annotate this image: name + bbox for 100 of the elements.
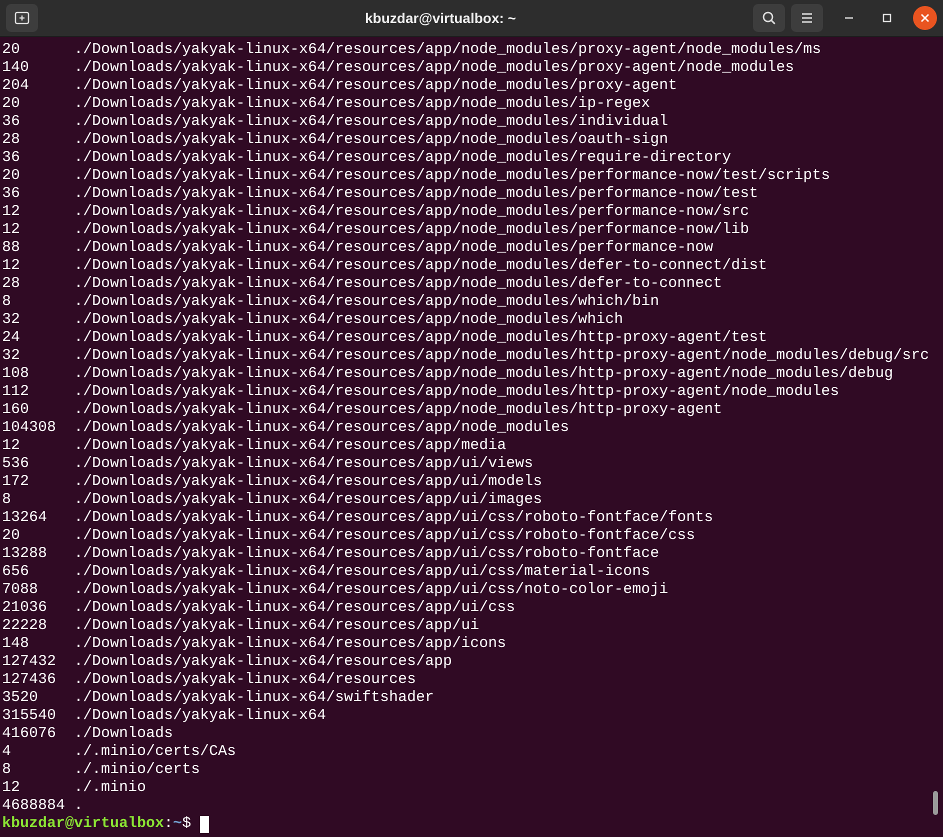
directory-path: ./Downloads/yakyak-linux-x64/resources/app/node_modules/defer-to-connect/dist — [74, 257, 768, 275]
directory-path: ./Downloads/yakyak-linux-x64/resources/app/node_modules/defer-to-connect — [74, 275, 722, 293]
size-value: 160 — [2, 401, 30, 419]
directory-path: ./Downloads/yakyak-linux-x64/resources/app/ui/css/roboto-fontface — [74, 545, 660, 563]
size-value: 112 — [2, 383, 30, 401]
size-value: 127432 — [2, 653, 58, 671]
search-button[interactable] — [753, 4, 785, 32]
directory-path: ./Downloads/yakyak-linux-x64/resources/app/node_modules/proxy-agent — [74, 77, 678, 95]
directory-path: ./Downloads/yakyak-linux-x64/resources/app/ui/css/noto-color-emoji — [74, 581, 668, 599]
size-value: 20 — [2, 95, 22, 113]
size-value: 28 — [2, 131, 22, 149]
directory-path: ./.minio — [74, 779, 146, 797]
menu-icon — [800, 12, 814, 24]
size-value: 21036 — [2, 599, 48, 617]
close-button[interactable] — [913, 6, 937, 30]
size-value: 22228 — [2, 617, 48, 635]
directory-path: ./Downloads/yakyak-linux-x64/resources/app/node_modules/performance-now/lib — [74, 221, 750, 239]
directory-path: ./.minio/certs — [74, 761, 200, 779]
maximize-icon — [882, 13, 892, 23]
directory-path: ./Downloads/yakyak-linux-x64 — [74, 707, 326, 725]
size-value: 127436 — [2, 671, 58, 689]
directory-path: ./Downloads/yakyak-linux-x64/resources/app — [74, 653, 452, 671]
directory-path: ./Downloads/yakyak-linux-x64/resources/app/node_modules/http-proxy-agent/node_modules — [74, 383, 840, 401]
directory-path: ./Downloads/yakyak-linux-x64/resources/app/media — [74, 437, 506, 455]
directory-path: ./Downloads/yakyak-linux-x64/swiftshader — [74, 689, 434, 707]
directory-path: ./Downloads/yakyak-linux-x64/resources/app/ui/css/roboto-fontface/fonts — [74, 509, 714, 527]
size-value: 20 — [2, 527, 22, 545]
size-value: 32 — [2, 347, 22, 365]
close-icon — [920, 13, 930, 23]
directory-path: ./Downloads/yakyak-linux-x64/resources/app/node_modules/oauth-sign — [74, 131, 668, 149]
window-title: kbuzdar@virtualbox: ~ — [364, 10, 517, 26]
size-value: 8 — [2, 491, 12, 509]
directory-path: ./Downloads/yakyak-linux-x64/resources/app/node_modules/http-proxy-agent/node_modules/debug — [74, 365, 894, 383]
directory-path: ./Downloads/yakyak-linux-x64/resources/app/node_modules/which/bin — [74, 293, 660, 311]
directory-path: ./Downloads/yakyak-linux-x64/resources/app/ui/css — [74, 599, 516, 617]
directory-path: ./Downloads/yakyak-linux-x64/resources/app/node_modules/http-proxy-agent/test — [74, 329, 768, 347]
size-value: 12 — [2, 779, 22, 797]
prompt-user-host: kbuzdar@virtualbox — [2, 815, 164, 833]
size-value: 8 — [2, 293, 12, 311]
directory-path: ./Downloads/yakyak-linux-x64/resources/app/node_modules/http-proxy-agent/node_modules/debug/src — [74, 347, 930, 365]
directory-path: ./Downloads/yakyak-linux-x64/resources/app/node_modules/which — [74, 311, 624, 329]
directory-path: ./Downloads/yakyak-linux-x64/resources/app/icons — [74, 635, 506, 653]
size-value: 12 — [2, 437, 22, 455]
size-value: 7088 — [2, 581, 40, 599]
prompt-path: ~ — [173, 815, 182, 833]
size-value: 13288 — [2, 545, 48, 563]
size-value: 13264 — [2, 509, 48, 527]
scrollbar-thumb[interactable] — [933, 791, 938, 815]
directory-path: ./Downloads/yakyak-linux-x64/resources/app/node_modules/ip-regex — [74, 95, 650, 113]
menu-button[interactable] — [791, 4, 823, 32]
directory-path: ./Downloads/yakyak-linux-x64/resources/app/node_modules/proxy-agent/node_modules/ms — [74, 41, 822, 59]
directory-path: ./Downloads/yakyak-linux-x64/resources/app/node_modules/performance-now/src — [74, 203, 750, 221]
size-value: 36 — [2, 149, 22, 167]
directory-path: ./Downloads/yakyak-linux-x64/resources/app/node_modules/individual — [74, 113, 668, 131]
size-value: 12 — [2, 257, 22, 275]
size-value: 28 — [2, 275, 22, 293]
directory-path: ./Downloads/yakyak-linux-x64/resources/app/ui/css/material-icons — [74, 563, 650, 581]
size-value: 315540 — [2, 707, 58, 725]
directory-path: ./Downloads/yakyak-linux-x64/resources/app/node_modules/http-proxy-agent — [74, 401, 722, 419]
directory-path: ./Downloads/yakyak-linux-x64/resources/app/ui/css/roboto-fontface/css — [74, 527, 696, 545]
size-value: 148 — [2, 635, 30, 653]
size-value: 36 — [2, 113, 22, 131]
size-value: 104308 — [2, 419, 58, 437]
directory-path: ./Downloads/yakyak-linux-x64/resources/app/node_modules/require-directory — [74, 149, 732, 167]
directory-path: ./Downloads/yakyak-linux-x64/resources/app/node_modules/proxy-agent/node_modules — [74, 59, 794, 77]
size-value: 656 — [2, 563, 30, 581]
cursor — [200, 816, 210, 832]
size-value: 20 — [2, 41, 22, 59]
size-value: 416076 — [2, 725, 58, 743]
size-value: 204 — [2, 77, 30, 95]
size-value: 12 — [2, 203, 22, 221]
size-value: 20 — [2, 167, 22, 185]
size-value: 3520 — [2, 689, 40, 707]
size-value: 36 — [2, 185, 22, 203]
directory-path: . — [74, 797, 84, 815]
directory-path: ./Downloads/yakyak-linux-x64/resources/app/node_modules/performance-now/test — [74, 185, 758, 203]
new-tab-button[interactable] — [6, 4, 38, 32]
search-icon — [761, 10, 777, 26]
directory-path: ./.minio/certs/CAs — [74, 743, 236, 761]
minimize-icon — [844, 17, 854, 19]
new-tab-icon — [14, 10, 30, 26]
size-value: 108 — [2, 365, 30, 383]
size-value: 536 — [2, 455, 30, 473]
size-value: 4 — [2, 743, 12, 761]
size-value: 88 — [2, 239, 22, 257]
size-value: 12 — [2, 221, 22, 239]
directory-path: ./Downloads/yakyak-linux-x64/resources/app/ui — [74, 617, 480, 635]
prompt-separator: : — [164, 815, 174, 833]
directory-path: ./Downloads/yakyak-linux-x64/resources/app/ui/views — [74, 455, 534, 473]
directory-path: ./Downloads — [74, 725, 174, 743]
size-value: 24 — [2, 329, 22, 347]
directory-path: ./Downloads/yakyak-linux-x64/resources/app/node_modules/performance-now — [74, 239, 714, 257]
directory-path: ./Downloads/yakyak-linux-x64/resources/app/ui/models — [74, 473, 542, 491]
directory-path: ./Downloads/yakyak-linux-x64/resources/app/node_modules — [74, 419, 570, 437]
directory-path: ./Downloads/yakyak-linux-x64/resources/app/ui/images — [74, 491, 542, 509]
size-value: 32 — [2, 311, 22, 329]
directory-path: ./Downloads/yakyak-linux-x64/resources/app/node_modules/performance-now/test/scripts — [74, 167, 830, 185]
size-value: 172 — [2, 473, 30, 491]
prompt-symbol: $ — [182, 815, 192, 833]
directory-path: ./Downloads/yakyak-linux-x64/resources — [74, 671, 416, 689]
